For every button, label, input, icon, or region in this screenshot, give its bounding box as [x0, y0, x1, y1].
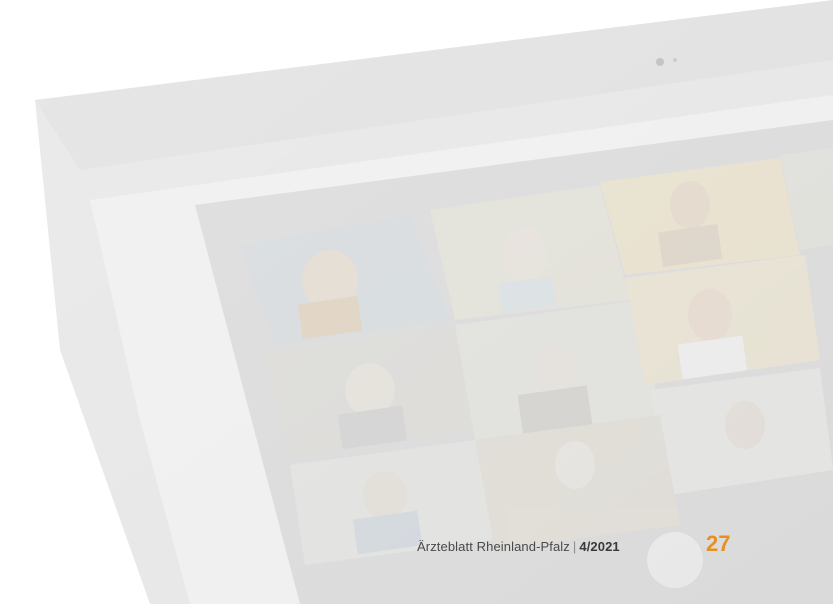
- publication-name: Ärzteblatt Rheinland-Pfalz: [417, 539, 570, 554]
- laptop-video-conference-photo: [0, 0, 833, 604]
- footer-separator: |: [572, 539, 577, 554]
- issue-number: 4/2021: [579, 539, 620, 554]
- magazine-page: Ärzteblatt Rheinland-Pfalz | 4/2021 27: [0, 0, 833, 604]
- page-footer: Ärzteblatt Rheinland-Pfalz | 4/2021: [417, 539, 620, 554]
- page-number: 27: [706, 531, 731, 556]
